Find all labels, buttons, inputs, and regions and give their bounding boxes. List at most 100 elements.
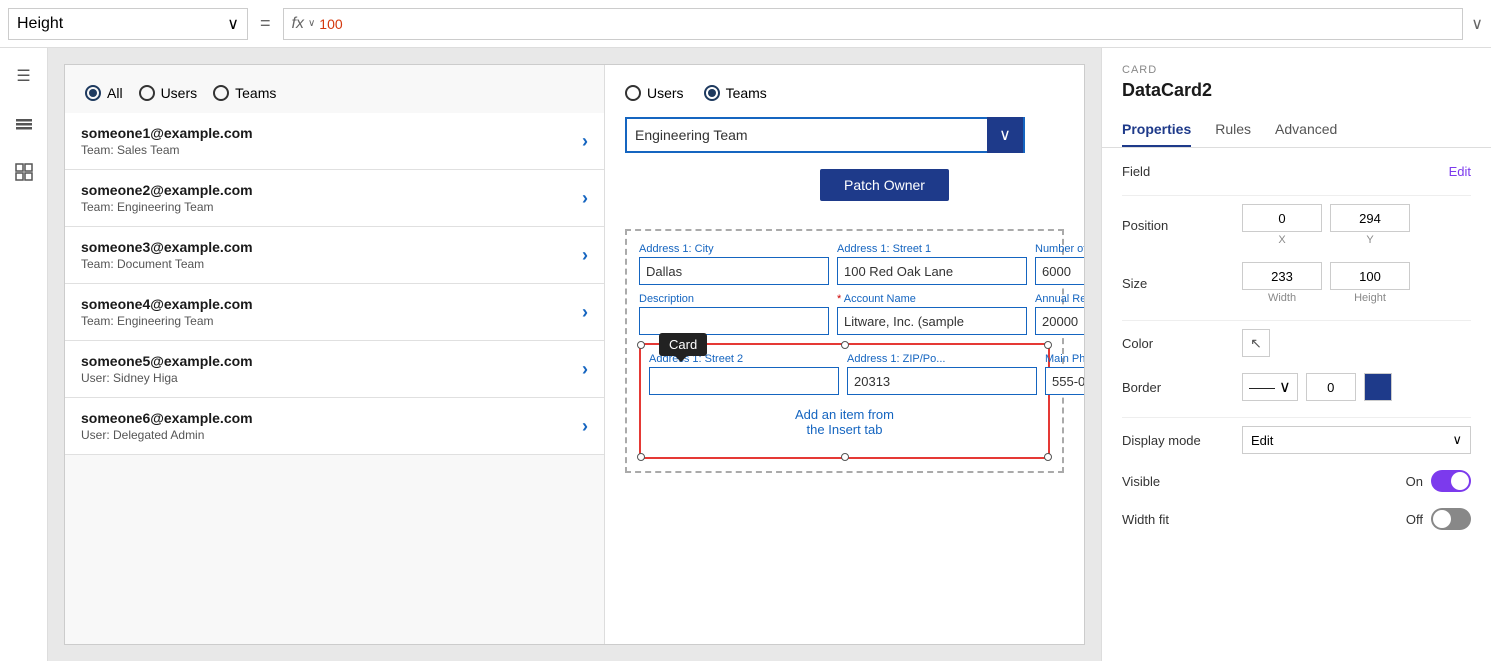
form-radio-users-label: Users — [647, 85, 684, 101]
annual-revenue-input[interactable] — [1035, 307, 1085, 335]
list-panel: All Users Teams someone1@example.com — [65, 65, 605, 644]
hamburger-menu-icon[interactable]: ☰ — [8, 60, 40, 92]
num-employees-input[interactable] — [1035, 257, 1085, 285]
size-width-input[interactable] — [1242, 262, 1322, 290]
app-canvas: All Users Teams someone1@example.com — [64, 64, 1085, 645]
size-height-input[interactable] — [1330, 262, 1410, 290]
selection-handle[interactable] — [841, 341, 849, 349]
selection-handle[interactable] — [841, 453, 849, 461]
panel-row-color: Color ↖ — [1122, 329, 1471, 357]
tab-advanced[interactable]: Advanced — [1275, 113, 1337, 147]
field-edit-link[interactable]: Edit — [1449, 164, 1471, 179]
list-item-chevron-icon: › — [582, 131, 588, 152]
height-dropdown[interactable]: Height ∨ — [8, 8, 248, 40]
card-tooltip: Card — [659, 333, 707, 356]
display-mode-label: Display mode — [1122, 433, 1242, 448]
list-item-chevron-icon: › — [582, 302, 588, 323]
display-mode-chevron-icon: ∨ — [1452, 432, 1462, 448]
form-radio-teams-label: Teams — [726, 85, 767, 101]
list-item[interactable]: someone3@example.com Team: Document Team… — [65, 227, 604, 284]
panel-header: CARD DataCard2 — [1102, 48, 1491, 101]
field-group: Address 1: City — [639, 243, 829, 285]
radio-all-label: All — [107, 85, 123, 101]
divider — [1122, 417, 1471, 418]
radio-users[interactable]: Users — [139, 85, 198, 101]
address-street1-input[interactable] — [837, 257, 1027, 285]
border-color-swatch[interactable] — [1364, 373, 1392, 401]
components-icon[interactable] — [8, 156, 40, 188]
account-name-input[interactable] — [837, 307, 1027, 335]
position-x-input[interactable] — [1242, 204, 1322, 232]
topbar-right-chevron-icon: ∨ — [1471, 14, 1483, 34]
panel-row-field: Field Edit — [1122, 164, 1471, 179]
color-swatch[interactable]: ↖ — [1242, 329, 1270, 357]
field-label: Number of Emplo... — [1035, 243, 1085, 255]
width-fit-toggle[interactable] — [1431, 508, 1471, 530]
form-radio-users[interactable]: Users — [625, 85, 684, 101]
address-city-input[interactable] — [639, 257, 829, 285]
height-label: Height — [17, 15, 63, 33]
divider — [1122, 195, 1471, 196]
radio-teams[interactable]: Teams — [213, 85, 276, 101]
list-item-chevron-icon: › — [582, 416, 588, 437]
toggle-knob — [1451, 472, 1469, 490]
layers-icon[interactable] — [8, 108, 40, 140]
panel-card-name: DataCard2 — [1122, 80, 1471, 101]
field-group: Description — [639, 293, 829, 335]
field-group: Address 1: ZIP/Po... — [847, 353, 1037, 395]
properties-panel: CARD DataCard2 Properties Rules Advanced… — [1101, 48, 1491, 661]
panel-row-width-fit: Width fit Off — [1122, 508, 1471, 530]
selection-handle[interactable] — [1044, 341, 1052, 349]
equals-sign: = — [256, 13, 275, 34]
field-row-label: Field — [1122, 164, 1242, 179]
list-item[interactable]: someone2@example.com Team: Engineering T… — [65, 170, 604, 227]
selection-handle[interactable] — [637, 341, 645, 349]
field-group: Main Phone — [1045, 353, 1085, 395]
visible-toggle-container: On — [1406, 470, 1471, 492]
tab-rules[interactable]: Rules — [1215, 113, 1251, 147]
radio-teams-label: Teams — [235, 85, 276, 101]
display-mode-select[interactable]: Edit ∨ — [1242, 426, 1471, 454]
border-width-input[interactable] — [1306, 373, 1356, 401]
selection-handle[interactable] — [637, 453, 645, 461]
selection-handle[interactable] — [1044, 453, 1052, 461]
position-y-input[interactable] — [1330, 204, 1410, 232]
field-group: Number of Emplo... — [1035, 243, 1085, 285]
patch-owner-button[interactable]: Patch Owner — [820, 169, 949, 201]
list-item[interactable]: someone4@example.com Team: Engineering T… — [65, 284, 604, 341]
field-label: Annual Revenue — [1035, 293, 1085, 305]
selected-card-row[interactable]: Address 1: Street 2 Address 1: ZIP/Po...… — [639, 343, 1050, 459]
visible-toggle[interactable] — [1431, 470, 1471, 492]
field-label: Main Phone — [1045, 353, 1085, 365]
address-zip-input[interactable] — [847, 367, 1037, 395]
list-item[interactable]: someone6@example.com User: Delegated Adm… — [65, 398, 604, 455]
field-label: Account Name — [837, 293, 1027, 305]
team-dropdown-button[interactable]: ∨ — [987, 117, 1023, 153]
radio-group-top: All Users Teams — [65, 65, 604, 113]
width-dim-label: Width — [1242, 292, 1322, 304]
add-item-placeholder: Add an item fromthe Insert tab — [649, 395, 1040, 449]
width-fit-off-label: Off — [1406, 512, 1423, 527]
address-street2-input[interactable] — [649, 367, 839, 395]
list-item-chevron-icon: › — [582, 245, 588, 266]
radio-all[interactable]: All — [85, 85, 123, 101]
fx-area[interactable]: fx ∨ 100 — [283, 8, 1464, 40]
list-item[interactable]: someone5@example.com User: Sidney Higa › — [65, 341, 604, 398]
list-item[interactable]: someone1@example.com Team: Sales Team › — [65, 113, 604, 170]
tab-properties[interactable]: Properties — [1122, 113, 1191, 147]
top-bar: Height ∨ = fx ∨ 100 ∨ — [0, 0, 1491, 48]
panel-row-position: Position X Y — [1122, 204, 1471, 246]
team-dropdown[interactable]: Engineering Team ∨ — [625, 117, 1025, 153]
radio-users-label: Users — [161, 85, 198, 101]
main-phone-input[interactable] — [1045, 367, 1085, 395]
description-input[interactable] — [639, 307, 829, 335]
list-items-container: someone1@example.com Team: Sales Team › … — [65, 113, 604, 455]
divider — [1122, 320, 1471, 321]
y-label: Y — [1330, 234, 1410, 246]
width-fit-toggle-container: Off — [1406, 508, 1471, 530]
radio-users-circle — [139, 85, 155, 101]
main-layout: ☰ All — [0, 48, 1491, 661]
border-style-select[interactable]: —— ∨ — [1242, 373, 1298, 401]
form-radio-teams[interactable]: Teams — [704, 85, 767, 101]
toggle-knob — [1433, 510, 1451, 528]
